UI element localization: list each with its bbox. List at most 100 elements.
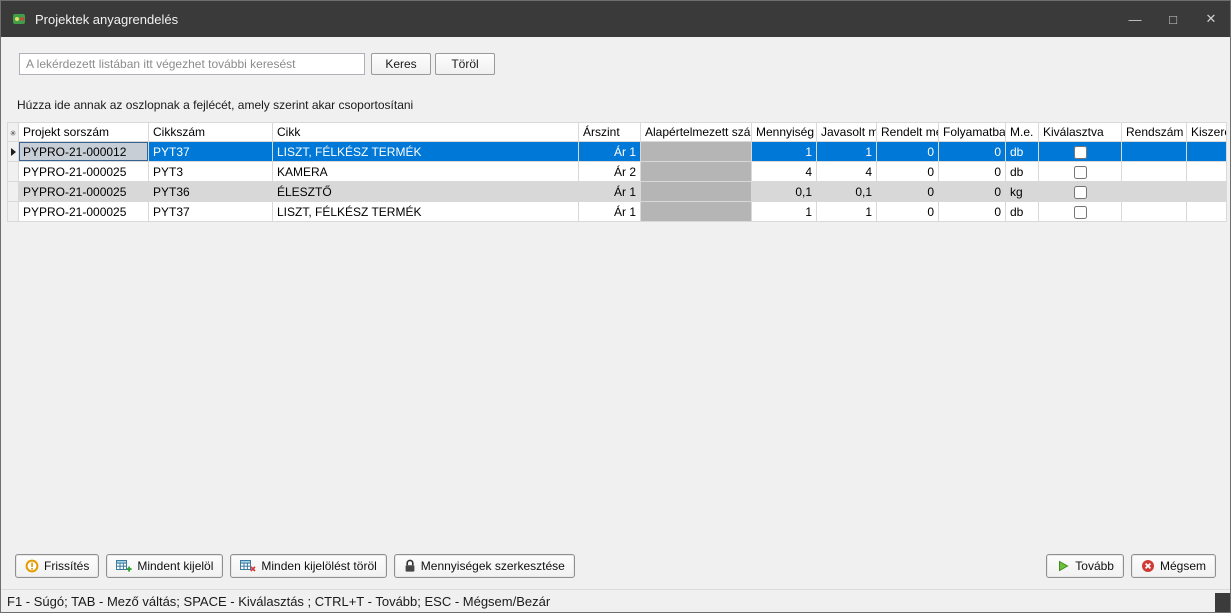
- kivalasztva-checkbox[interactable]: [1074, 206, 1087, 219]
- cell-folyamatba[interactable]: 0: [939, 182, 1006, 202]
- next-button[interactable]: Tovább: [1046, 554, 1124, 578]
- cell-projekt-sorszam[interactable]: PYPRO-21-000025: [19, 162, 149, 182]
- cell-me[interactable]: db: [1006, 202, 1039, 222]
- group-by-hint: Húzza ide annak az oszlopnak a fejlécét,…: [17, 98, 413, 112]
- cell-folyamatba[interactable]: 0: [939, 162, 1006, 182]
- cell-javasolt[interactable]: 4: [817, 162, 877, 182]
- cell-cikk[interactable]: ÉLESZTŐ: [273, 182, 579, 202]
- cell-cikkszam[interactable]: PYT3: [149, 162, 273, 182]
- kivalasztva-checkbox[interactable]: [1074, 166, 1087, 179]
- bottom-toolbar: Frissítés Mindent kijelöl: [7, 554, 1224, 580]
- cell-projekt-sorszam[interactable]: PYPRO-21-000025: [19, 182, 149, 202]
- col-header-rendelt[interactable]: Rendelt mei: [877, 123, 939, 142]
- cell-rendszam[interactable]: [1122, 162, 1187, 182]
- col-header-szallito[interactable]: Alapértelmezett szállí: [641, 123, 752, 142]
- cell-arszint[interactable]: Ár 2: [579, 162, 641, 182]
- clear-selection-button[interactable]: Minden kijelölést töröl: [230, 554, 386, 578]
- table-row[interactable]: PYPRO-21-000012 PYT37 LISZT, FÉLKÉSZ TER…: [8, 142, 1227, 162]
- cell-javasolt[interactable]: 1: [817, 142, 877, 162]
- kivalasztva-checkbox[interactable]: [1074, 146, 1087, 159]
- cell-szallito[interactable]: [641, 182, 752, 202]
- cell-kivalasztva: [1039, 202, 1122, 222]
- cell-rendelt[interactable]: 0: [877, 182, 939, 202]
- refresh-button[interactable]: Frissítés: [15, 554, 99, 578]
- cell-rendszam[interactable]: [1122, 142, 1187, 162]
- app-icon: [11, 11, 27, 27]
- cell-javasolt[interactable]: 1: [817, 202, 877, 222]
- cell-cikkszam[interactable]: PYT36: [149, 182, 273, 202]
- app-window: Projektek anyagrendelés — □ ✕ Keres Törö…: [0, 0, 1231, 613]
- col-header-cikkszam[interactable]: Cikkszám: [149, 123, 273, 142]
- cell-cikkszam[interactable]: PYT37: [149, 142, 273, 162]
- select-all-label: Mindent kijelöl: [137, 559, 213, 573]
- cell-mennyiseg[interactable]: 1: [752, 202, 817, 222]
- close-button[interactable]: ✕: [1192, 1, 1230, 37]
- col-header-rendszam[interactable]: Rendszám: [1122, 123, 1187, 142]
- cell-projekt-sorszam[interactable]: PYPRO-21-000025: [19, 202, 149, 222]
- col-header-projekt-sorszam[interactable]: Projekt sorszám: [19, 123, 149, 142]
- cell-me[interactable]: kg: [1006, 182, 1039, 202]
- cell-cikk[interactable]: KAMERA: [273, 162, 579, 182]
- cell-me[interactable]: db: [1006, 142, 1039, 162]
- cell-mennyiseg[interactable]: 0,1: [752, 182, 817, 202]
- cell-projekt-sorszam[interactable]: PYPRO-21-000012: [19, 142, 149, 162]
- clear-selection-grid-icon: [240, 559, 256, 573]
- maximize-button[interactable]: □: [1154, 1, 1192, 37]
- cell-rendszam[interactable]: [1122, 202, 1187, 222]
- cell-kiszere[interactable]: [1187, 182, 1227, 202]
- col-header-mennyiseg[interactable]: Mennyiség: [752, 123, 817, 142]
- cell-me[interactable]: db: [1006, 162, 1039, 182]
- cell-javasolt[interactable]: 0,1: [817, 182, 877, 202]
- cancel-button[interactable]: Mégsem: [1131, 554, 1216, 578]
- red-x-icon: [1141, 559, 1155, 573]
- search-input[interactable]: [19, 53, 365, 75]
- cell-kiszere[interactable]: [1187, 162, 1227, 182]
- cancel-label: Mégsem: [1160, 559, 1206, 573]
- cell-arszint[interactable]: Ár 1: [579, 202, 641, 222]
- cell-arszint[interactable]: Ár 1: [579, 182, 641, 202]
- statusbar: F1 - Súgó; TAB - Mező váltás; SPACE - Ki…: [1, 589, 1230, 613]
- clear-search-button[interactable]: Töröl: [435, 53, 495, 75]
- grid-header-row: ✳ Projekt sorszám Cikkszám Cikk Árszint …: [8, 123, 1227, 142]
- titlebar: Projektek anyagrendelés — □ ✕: [1, 1, 1230, 37]
- cell-szallito[interactable]: [641, 162, 752, 182]
- cell-folyamatba[interactable]: 0: [939, 142, 1006, 162]
- cell-rendelt[interactable]: 0: [877, 162, 939, 182]
- table-row[interactable]: PYPRO-21-000025 PYT3 KAMERA Ár 2 4 4 0 0…: [8, 162, 1227, 182]
- col-header-javasolt[interactable]: Javasolt me: [817, 123, 877, 142]
- cell-mennyiseg[interactable]: 1: [752, 142, 817, 162]
- col-header-cikk[interactable]: Cikk: [273, 123, 579, 142]
- cell-cikk[interactable]: LISZT, FÉLKÉSZ TERMÉK: [273, 202, 579, 222]
- next-label: Tovább: [1075, 559, 1114, 573]
- cell-rendelt[interactable]: 0: [877, 142, 939, 162]
- col-header-kivalasztva[interactable]: Kiválasztva: [1039, 123, 1122, 142]
- col-header-kiszere[interactable]: Kiszere: [1187, 123, 1227, 142]
- cell-rendszam[interactable]: [1122, 182, 1187, 202]
- orders-grid[interactable]: ✳ Projekt sorszám Cikkszám Cikk Árszint …: [7, 122, 1227, 222]
- cell-arszint[interactable]: Ár 1: [579, 142, 641, 162]
- resize-grip[interactable]: [1215, 593, 1230, 613]
- cell-szallito[interactable]: [641, 202, 752, 222]
- cell-cikk[interactable]: LISZT, FÉLKÉSZ TERMÉK: [273, 142, 579, 162]
- select-all-button[interactable]: Mindent kijelöl: [106, 554, 223, 578]
- kivalasztva-checkbox[interactable]: [1074, 186, 1087, 199]
- cell-folyamatba[interactable]: 0: [939, 202, 1006, 222]
- col-header-arszint[interactable]: Árszint: [579, 123, 641, 142]
- cell-kiszere[interactable]: [1187, 202, 1227, 222]
- cell-kiszere[interactable]: [1187, 142, 1227, 162]
- cell-rendelt[interactable]: 0: [877, 202, 939, 222]
- row-indicator: [8, 202, 19, 222]
- col-header-folyamatba[interactable]: Folyamatba: [939, 123, 1006, 142]
- edit-quantities-label: Mennyiségek szerkesztése: [421, 559, 565, 573]
- minimize-button[interactable]: —: [1116, 1, 1154, 37]
- cell-mennyiseg[interactable]: 4: [752, 162, 817, 182]
- col-header-me[interactable]: M.e.: [1006, 123, 1039, 142]
- cell-cikkszam[interactable]: PYT37: [149, 202, 273, 222]
- window-controls: — □ ✕: [1116, 1, 1230, 37]
- search-button[interactable]: Keres: [371, 53, 431, 75]
- table-row[interactable]: PYPRO-21-000025 PYT37 LISZT, FÉLKÉSZ TER…: [8, 202, 1227, 222]
- table-row[interactable]: PYPRO-21-000025 PYT36 ÉLESZTŐ Ár 1 0,1 0…: [8, 182, 1227, 202]
- edit-quantities-button[interactable]: Mennyiségek szerkesztése: [394, 554, 575, 578]
- cell-szallito[interactable]: [641, 142, 752, 162]
- statusbar-hints: F1 - Súgó; TAB - Mező váltás; SPACE - Ki…: [7, 594, 550, 609]
